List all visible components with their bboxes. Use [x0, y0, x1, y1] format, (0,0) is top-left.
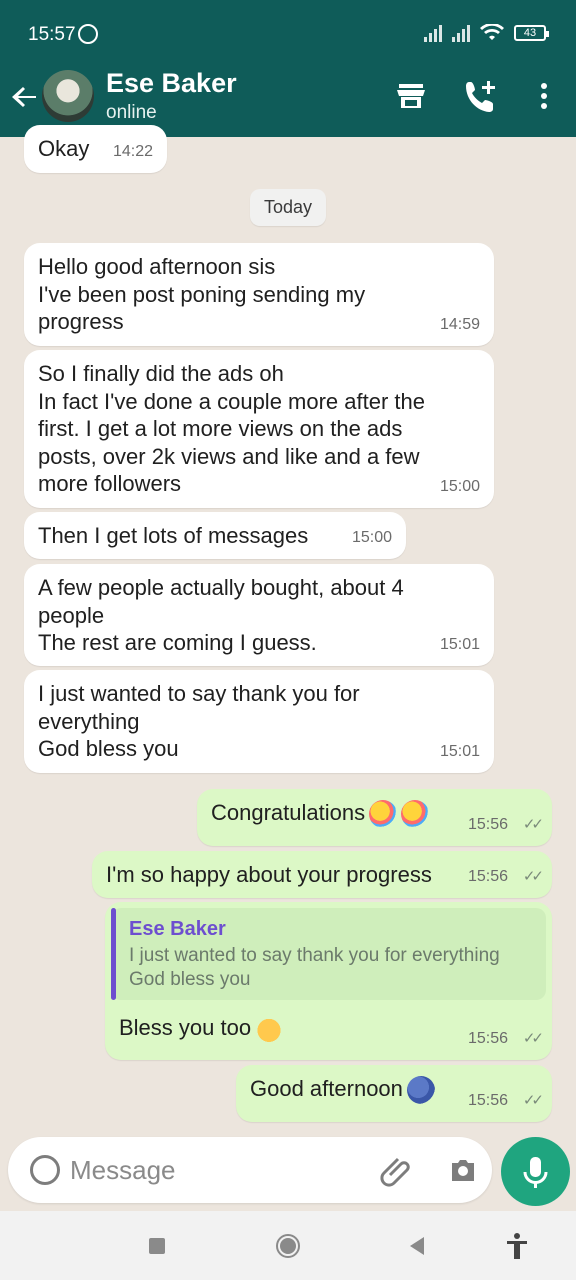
- double-check-icon: ✓✓: [522, 815, 544, 833]
- home-icon[interactable]: [273, 1231, 303, 1261]
- message-composer[interactable]: [8, 1137, 492, 1203]
- more-vertical-icon[interactable]: [526, 78, 562, 114]
- message-incoming[interactable]: Hello good afternoon sis I've been post …: [24, 243, 494, 346]
- message-incoming[interactable]: I just wanted to say thank you for every…: [24, 670, 494, 773]
- message-time: 14:59: [439, 315, 480, 333]
- message-incoming[interactable]: Okay 14:22: [24, 125, 167, 173]
- message-incoming[interactable]: A few people actually bought, about 4 pe…: [24, 564, 494, 666]
- message-time: 14:22: [112, 142, 153, 160]
- add-call-icon[interactable]: [463, 78, 499, 114]
- message-time: 15:00: [351, 528, 392, 546]
- mic-icon: [523, 1157, 548, 1188]
- message-input[interactable]: [70, 1151, 370, 1189]
- message-outgoing[interactable]: Good afternoon 15:56 ✓✓: [236, 1065, 552, 1122]
- party-popper-emoji: [369, 800, 398, 829]
- message-incoming[interactable]: Then I get lots of messages 15:00: [24, 512, 406, 559]
- battery-icon: 43: [514, 25, 549, 41]
- store-icon[interactable]: [393, 78, 429, 114]
- accessibility-icon[interactable]: [502, 1231, 532, 1261]
- message-time: 15:56: [467, 867, 508, 885]
- quoted-author: Ese Baker: [129, 918, 226, 940]
- message-text: A few people actually bought, about 4 pe…: [38, 575, 404, 655]
- mic-button[interactable]: [501, 1137, 570, 1206]
- top-bar: 15:57 43 Ese Baker online: [0, 0, 576, 137]
- people-hugging-emoji: [406, 1076, 435, 1105]
- message-outgoing[interactable]: I'm so happy about your progress 15:56 ✓…: [92, 851, 552, 898]
- chat-area[interactable]: Okay 14:22 Today Hello good afternoon si…: [0, 125, 576, 1137]
- message-text-content: Good afternoon: [250, 1076, 403, 1101]
- back-arrow-icon[interactable]: [10, 82, 40, 112]
- status-icons: 43: [424, 24, 549, 42]
- message-outgoing[interactable]: Congratulations 15:56 ✓✓: [197, 789, 552, 846]
- message-text-content: Congratulations: [211, 800, 366, 825]
- wifi-icon: [480, 24, 504, 40]
- message-text: Bless you too: [119, 1014, 284, 1044]
- status-bar: 15:57 43: [0, 0, 576, 64]
- double-check-icon: ✓✓: [522, 1091, 544, 1109]
- party-popper-emoji: [401, 800, 430, 829]
- system-navbar: [0, 1211, 576, 1280]
- message-text: So I finally did the ads oh In fact I've…: [38, 361, 425, 496]
- message-text-content: Bless you too: [119, 1015, 252, 1040]
- quote-accent-bar: [111, 908, 116, 1000]
- day-separator: Today: [250, 189, 327, 226]
- quoted-text: I just wanted to say thank you for every…: [129, 944, 500, 990]
- message-time: 15:56: [467, 1091, 508, 1109]
- message-time: 15:00: [439, 477, 480, 495]
- contact-status: online: [106, 102, 157, 123]
- folded-hands-emoji: [255, 1015, 284, 1044]
- whatsapp-icon: [78, 24, 98, 44]
- message-outgoing-reply[interactable]: Ese Baker I just wanted to say thank you…: [105, 902, 552, 1060]
- double-check-icon: ✓✓: [522, 1029, 544, 1047]
- emoji-icon[interactable]: [30, 1155, 60, 1185]
- contact-avatar[interactable]: [42, 70, 94, 122]
- recents-icon[interactable]: [142, 1231, 172, 1261]
- message-time: 15:01: [439, 635, 480, 653]
- double-check-icon: ✓✓: [522, 867, 544, 885]
- contact-name[interactable]: Ese Baker: [106, 68, 237, 99]
- message-incoming[interactable]: So I finally did the ads oh In fact I've…: [24, 350, 494, 508]
- message-time: 15:56: [467, 815, 508, 833]
- back-icon[interactable]: [402, 1231, 432, 1261]
- signal-icon: [424, 24, 442, 42]
- message-time: 15:56: [467, 1029, 508, 1047]
- camera-icon[interactable]: [448, 1155, 478, 1185]
- attach-icon[interactable]: [380, 1153, 414, 1187]
- message-text: Hello good afternoon sis I've been post …: [38, 254, 366, 334]
- signal-icon: [452, 24, 470, 42]
- message-text: I just wanted to say thank you for every…: [38, 681, 360, 761]
- message-time: 15:01: [439, 742, 480, 760]
- status-time: 15:57: [28, 24, 76, 45]
- quoted-message[interactable]: Ese Baker I just wanted to say thank you…: [111, 908, 546, 1000]
- message-text: Then I get lots of messages: [38, 523, 309, 548]
